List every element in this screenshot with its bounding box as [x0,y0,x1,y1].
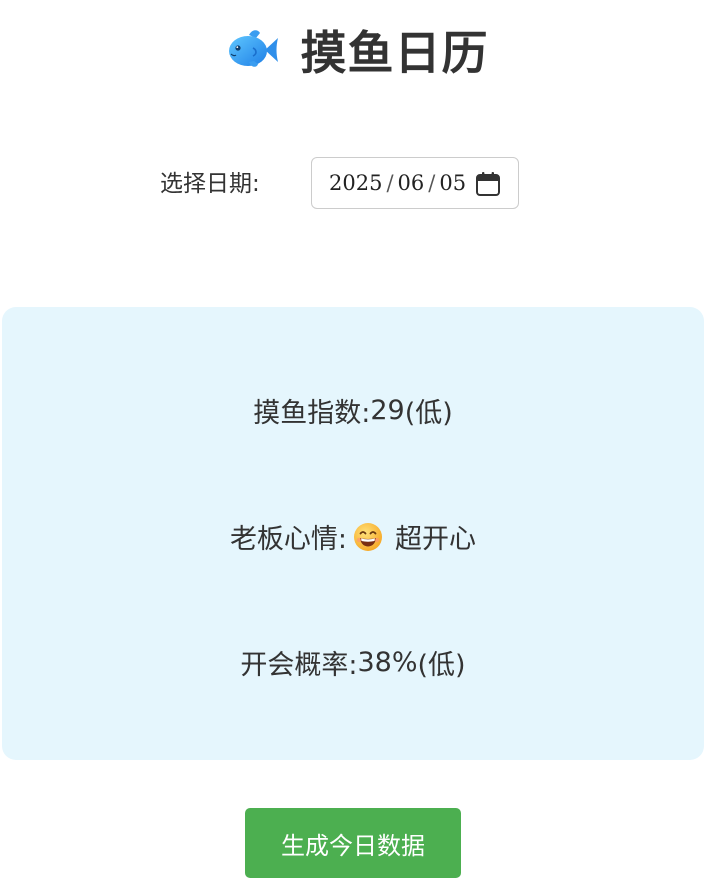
generate-data-button[interactable]: 生成今日数据 [245,808,461,878]
fish-index-label: 摸鱼指数: [253,398,371,429]
calendar-icon[interactable] [475,171,501,197]
meeting-probability-label: 开会概率: [240,650,358,681]
grinning-face-icon [354,522,383,551]
date-day[interactable]: 05 [439,171,466,195]
boss-mood-value: 超开心 [395,524,477,555]
meeting-probability-row: 开会概率: 38% (低) [2,643,704,682]
meeting-probability-level: (低) [417,650,466,681]
meeting-probability-value: 38% [357,647,418,678]
date-month[interactable]: 06 [398,171,425,195]
date-picker-row: 选择日期: 2025 / 06 / 05 [0,157,715,211]
page-title: 摸鱼日历 [300,26,489,80]
boss-mood-row: 老板心情: 超开心 [2,517,704,556]
stats-card: 摸鱼指数: 29 (低) 老板心情: 超开心 开会概率: 38% (低) [2,307,704,760]
date-year[interactable]: 2025 [329,171,382,195]
fish-index-value: 29 [370,395,405,426]
fish-index-level: (低) [404,398,453,429]
date-label: 选择日期: [160,171,260,197]
fish-index-row: 摸鱼指数: 29 (低) [2,391,704,430]
page-header: 摸鱼日历 [0,18,715,82]
date-separator: / [386,171,394,195]
fish-icon [228,30,278,67]
date-input[interactable]: 2025 / 06 / 05 [311,157,519,209]
date-separator: / [428,171,436,195]
boss-mood-label: 老板心情: [229,524,348,555]
